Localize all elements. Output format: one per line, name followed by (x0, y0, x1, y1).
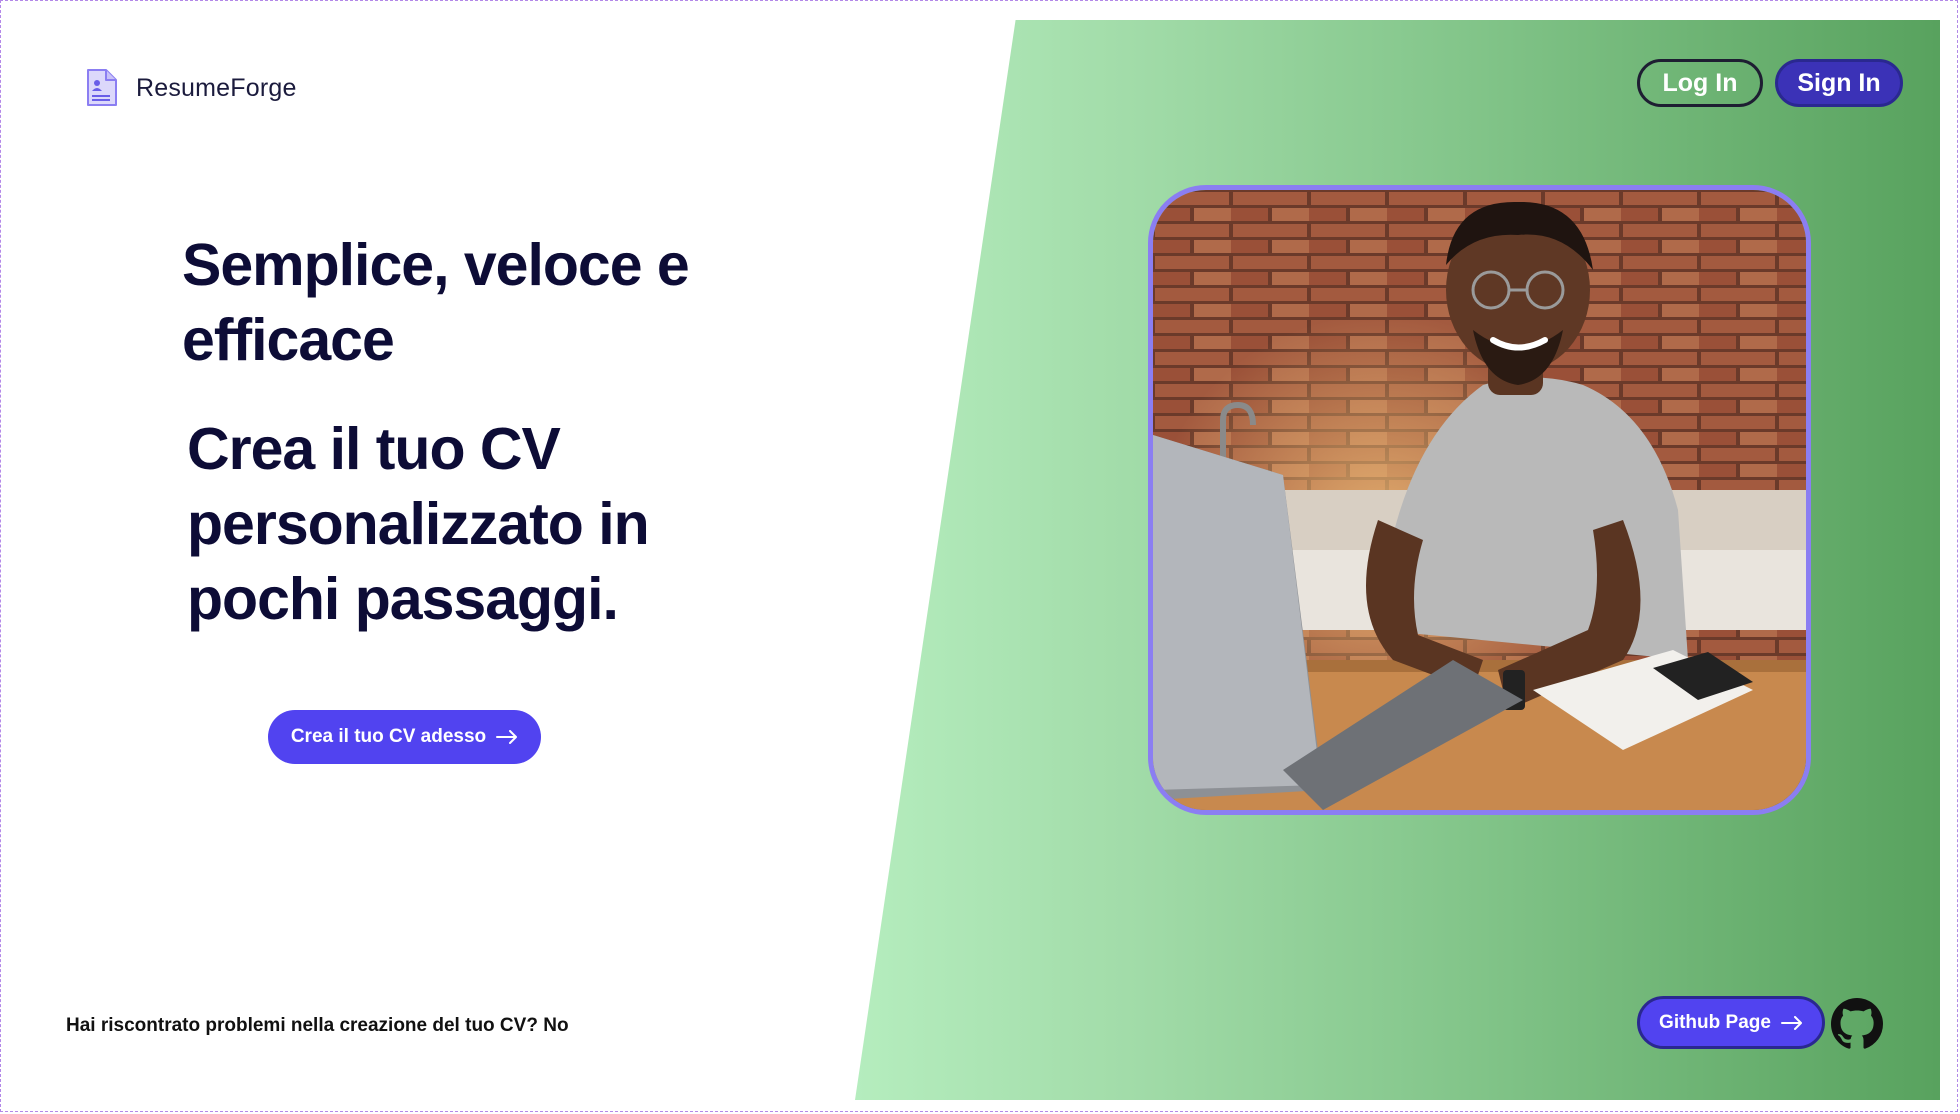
help-line: Hai riscontrato problemi nella creazione… (66, 1015, 569, 1037)
signin-button[interactable]: Sign In (1775, 59, 1903, 107)
login-button[interactable]: Log In (1637, 59, 1763, 107)
github-page-button-label: Github Page (1659, 1011, 1771, 1033)
create-cv-button[interactable]: Crea il tuo CV adesso (268, 710, 541, 764)
smiling-man-typing-on-laptop-photo (1153, 190, 1806, 810)
github-page-button[interactable]: Github Page (1637, 996, 1825, 1049)
arrow-right-icon (496, 730, 518, 744)
arrow-right-icon (1780, 1015, 1802, 1030)
hero-subheadline: Crea il tuo CV personalizzato in pochi p… (187, 416, 650, 632)
brand-name: ResumeForge (136, 73, 297, 102)
hero-photo (1148, 185, 1811, 815)
hero-headline: Semplice, veloce e efficace (182, 232, 690, 373)
github-icon[interactable] (1831, 998, 1883, 1050)
help-answer-link[interactable]: No (543, 1015, 568, 1036)
help-question: Hai riscontrato problemi nella creazione… (66, 1015, 538, 1036)
create-cv-button-label: Crea il tuo CV adesso (290, 726, 487, 747)
document-user-icon (87, 69, 117, 106)
brand-logo[interactable]: ResumeForge (82, 68, 297, 108)
